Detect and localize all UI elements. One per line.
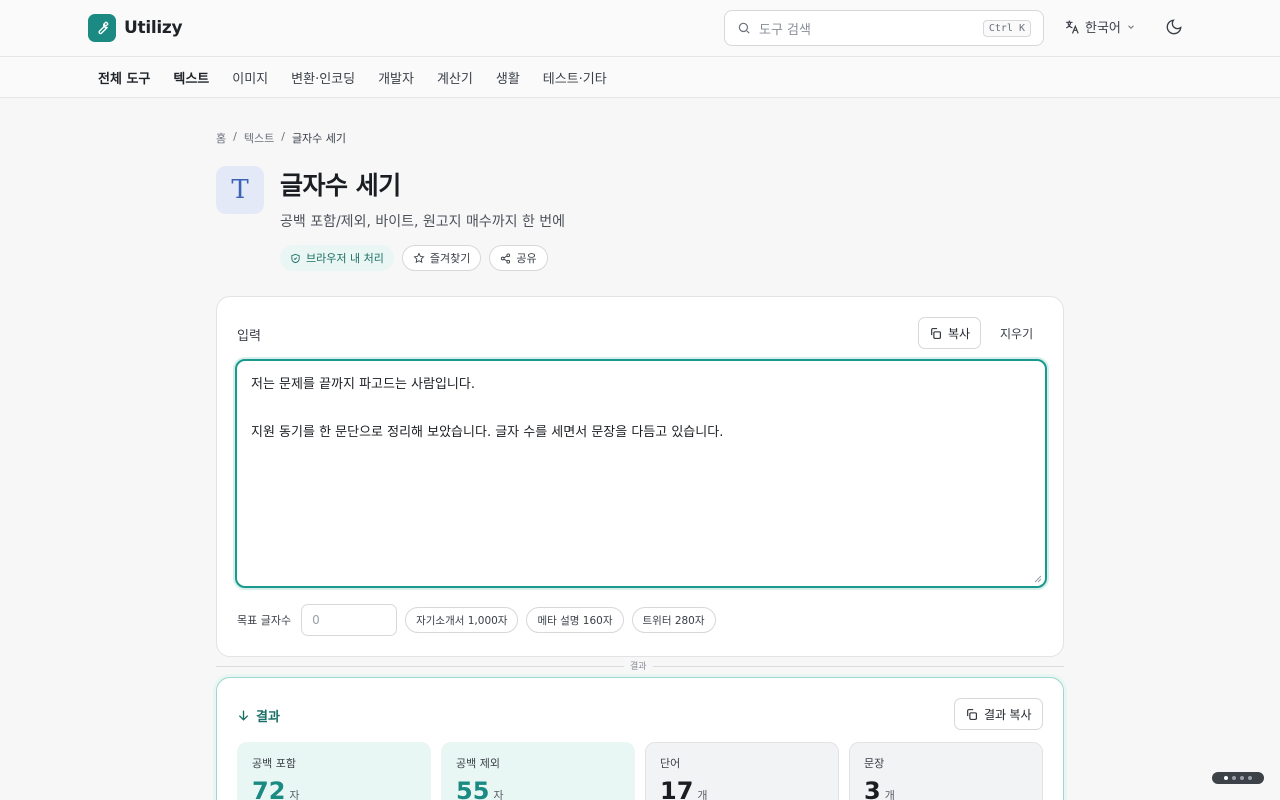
copy-result-label: 결과 복사: [984, 707, 1032, 722]
nav-item-test-etc[interactable]: 테스트·기타: [533, 68, 617, 87]
copy-result-button[interactable]: 결과 복사: [954, 698, 1043, 730]
language-selector[interactable]: 한국어: [1064, 17, 1136, 36]
copy-icon: [931, 327, 941, 339]
breadcrumb-category[interactable]: 텍스트: [244, 130, 274, 146]
nav-item-image[interactable]: 이미지: [222, 68, 278, 87]
target-count-input[interactable]: 0: [301, 604, 398, 636]
arrow-down-icon: [239, 710, 248, 721]
share-button[interactable]: 공유: [489, 245, 548, 271]
preset-twitter[interactable]: 트위터 280자: [631, 607, 716, 633]
nav-item-calculator[interactable]: 계산기: [427, 68, 483, 87]
breadcrumb-current: 글자수 세기: [291, 132, 347, 145]
result-title: 결과: [256, 710, 280, 725]
floating-pager[interactable]: [1212, 772, 1264, 784]
breadcrumb: 홈 / 텍스트 / 글자수 세기: [216, 130, 346, 146]
stat-unit: 개: [697, 789, 708, 800]
pager-dot: [1224, 776, 1228, 780]
stats-grid: 공백 포함 72 자 공백 제외 55 자 단어 17 개 문장 3개: [237, 742, 1043, 800]
nav-item-text[interactable]: 텍스트: [163, 68, 219, 87]
pager-dot: [1240, 776, 1244, 780]
copy-label: 복사: [948, 326, 971, 341]
input-card: 입력 복사 지우기 저는 문제를 끝까지 파고드는 사람입니다. 지원 동기를 …: [216, 296, 1064, 657]
stat-label: 공백 제외: [456, 757, 500, 770]
moon-icon: [1166, 19, 1182, 35]
copy-icon: [967, 708, 977, 720]
pager-dot: [1248, 776, 1252, 780]
stat-label: 공백 포함: [252, 757, 296, 770]
page-title: 글자수 세기: [280, 171, 401, 200]
language-label: 한국어: [1085, 21, 1121, 36]
result-card: 결과 결과 복사 공백 포함 72 자 공백 제외 55 자 단어 17 개 문장 3…: [216, 677, 1064, 800]
nav-item-all-tools[interactable]: 전체 도구: [88, 68, 160, 87]
wrench-icon: [88, 14, 116, 42]
input-label: 입력: [237, 329, 261, 344]
result-header: 결과: [237, 706, 280, 725]
search-icon: [738, 22, 750, 34]
stat-unit: 개: [884, 789, 895, 800]
stat-card-words: 단어 17 개: [645, 742, 839, 800]
target-count-label: 목표 글자수: [237, 614, 292, 627]
stat-value: 3: [864, 777, 881, 800]
target-count-row: 목표 글자수 0 자기소개서 1,000자 메타 설명 160자 트위터 280…: [237, 604, 716, 636]
text-input-value: 저는 문제를 끝까지 파고드는 사람입니다. 지원 동기를 한 문단으로 정리해…: [251, 377, 724, 440]
share-icon: [501, 252, 511, 264]
stat-value: 17: [660, 777, 694, 800]
stat-value: 72: [252, 777, 286, 800]
preset-cover-letter[interactable]: 자기소개서 1,000자: [405, 607, 519, 633]
resize-handle-icon[interactable]: [1034, 575, 1042, 583]
preset-meta-description[interactable]: 메타 설명 160자: [526, 607, 624, 633]
stat-value: 55: [456, 777, 490, 800]
search-placeholder: 도구 검색: [759, 22, 811, 38]
nav-item-developer[interactable]: 개발자: [368, 68, 424, 87]
pager-dot: [1232, 776, 1236, 780]
stat-label: 문장: [864, 757, 885, 770]
share-label: 공유: [516, 252, 537, 265]
stat-card-sentences: 문장 3개: [849, 742, 1043, 800]
breadcrumb-separator: /: [281, 130, 285, 143]
breadcrumb-separator: /: [233, 130, 237, 143]
tool-actions: 브라우저 내 처리 즐겨찾기 공유: [280, 245, 548, 271]
stat-unit: 자: [493, 789, 504, 800]
category-nav: 전체 도구 텍스트 이미지 변환·인코딩 개발자 계산기 생활 테스트·기타: [0, 57, 1280, 98]
theme-toggle-button[interactable]: [1165, 18, 1183, 40]
chevron-down-icon: [1128, 24, 1134, 29]
copy-button[interactable]: 복사: [918, 317, 982, 349]
brand-name: Utilizy: [124, 18, 183, 38]
star-icon: [413, 252, 425, 263]
local-processing-badge: 브라우저 내 처리: [280, 245, 394, 271]
top-header: Utilizy 도구 검색 Ctrl K 한국어: [0, 0, 1280, 57]
brand-logo[interactable]: Utilizy: [88, 14, 183, 42]
text-tool-icon: T: [216, 166, 264, 214]
translate-icon: [1066, 19, 1079, 34]
stat-card-with-spaces: 공백 포함 72 자: [237, 742, 431, 800]
nav-item-convert-encoding[interactable]: 변환·인코딩: [281, 68, 365, 87]
search-shortcut: Ctrl K: [982, 19, 1031, 37]
clear-button[interactable]: 지우기: [988, 317, 1045, 349]
favorite-label: 즐겨찾기: [429, 252, 471, 265]
local-processing-label: 브라우저 내 처리: [306, 252, 384, 265]
stat-card-without-spaces: 공백 제외 55 자: [441, 742, 635, 800]
breadcrumb-home[interactable]: 홈: [216, 130, 226, 146]
divider-label: 결과: [624, 659, 653, 672]
shield-check-icon: [291, 253, 300, 263]
stat-label: 단어: [660, 757, 681, 770]
page-subtitle: 공백 포함/제외, 바이트, 원고지 매수까지 한 번에: [280, 214, 566, 230]
search-input[interactable]: 도구 검색 Ctrl K: [724, 10, 1044, 46]
favorite-button[interactable]: 즐겨찾기: [401, 245, 482, 271]
text-input[interactable]: 저는 문제를 끝까지 파고드는 사람입니다. 지원 동기를 한 문단으로 정리해…: [235, 359, 1047, 588]
stat-unit: 자: [289, 789, 300, 800]
nav-item-life[interactable]: 생활: [486, 68, 530, 87]
